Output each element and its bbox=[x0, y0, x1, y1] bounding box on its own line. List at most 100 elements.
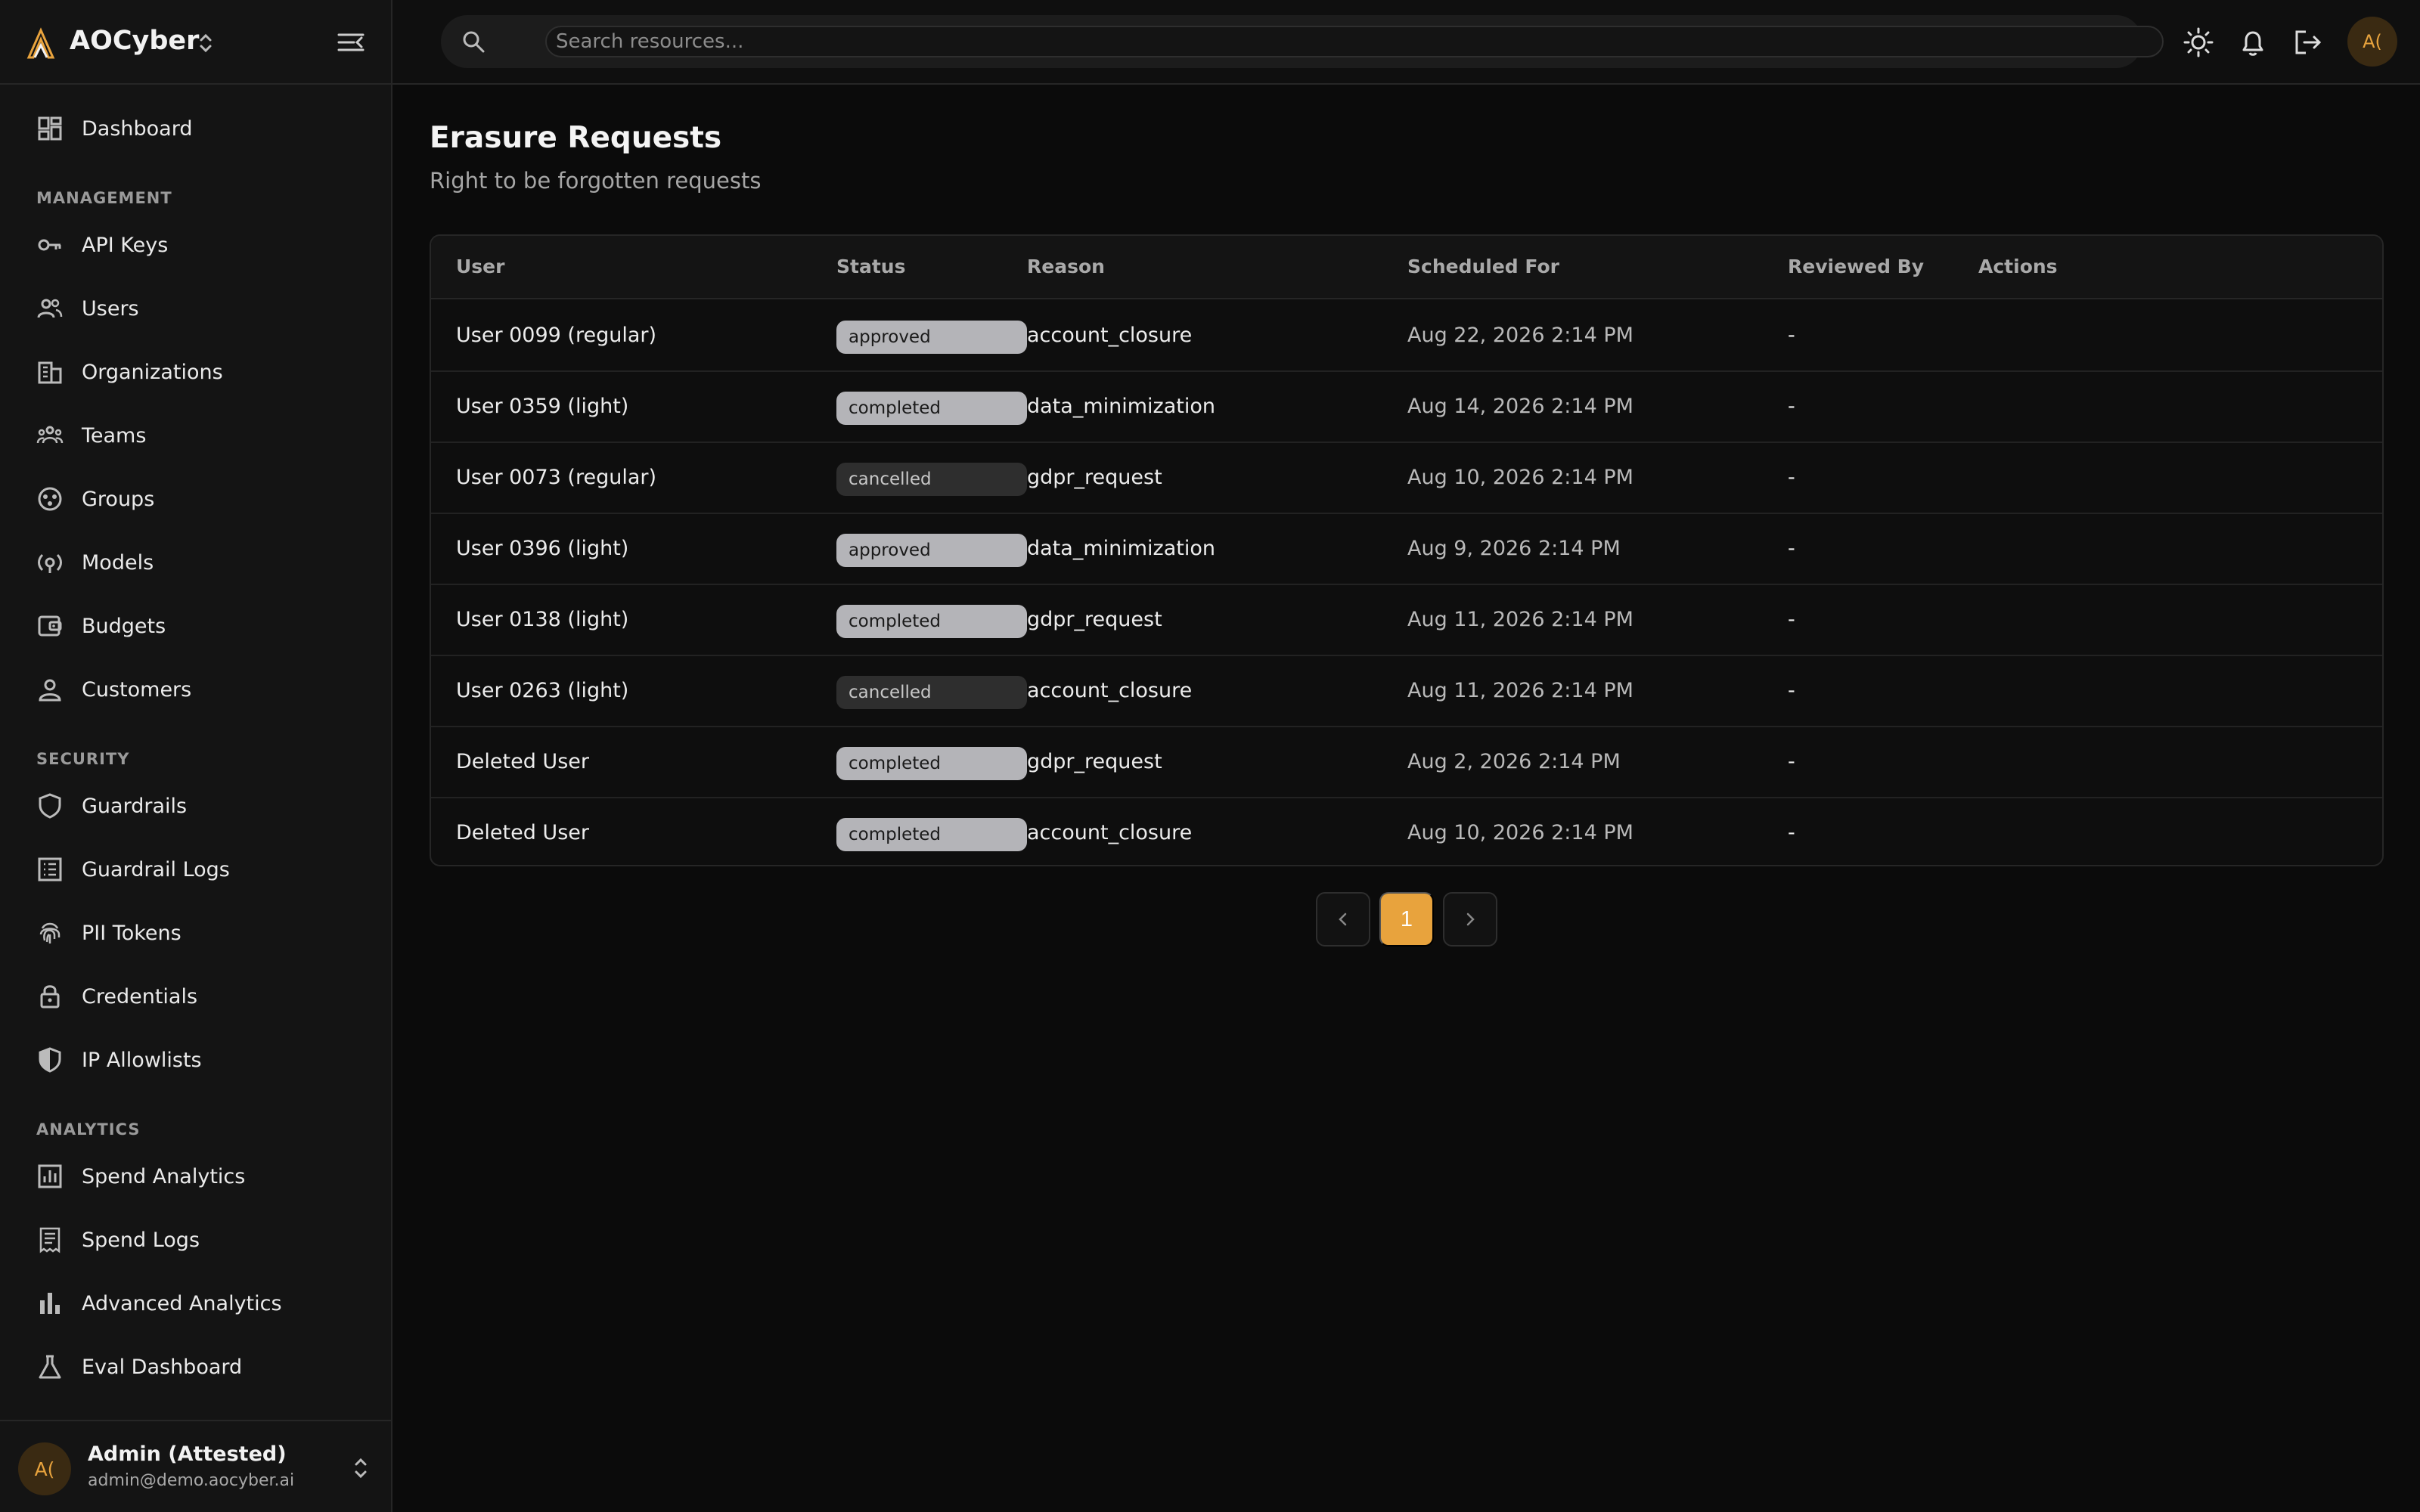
sidebar-item-organizations[interactable]: Organizations bbox=[18, 348, 374, 396]
sidebar-item-label: Credentials bbox=[82, 984, 198, 1009]
cell-reviewed-by: - bbox=[1788, 324, 1795, 347]
sidebar-item-credentials[interactable]: Credentials bbox=[18, 972, 374, 1021]
user-menu[interactable]: A( Admin (Attested) admin@demo.aocyber.a… bbox=[0, 1420, 391, 1512]
topbar: A( bbox=[392, 0, 2420, 85]
list-icon bbox=[33, 853, 67, 886]
logo-icon bbox=[26, 27, 55, 59]
column-header-reason: Reason bbox=[1027, 256, 1105, 277]
sidebar-item-label: Eval Dashboard bbox=[82, 1355, 243, 1379]
sidebar-item-label: Organizations bbox=[82, 360, 223, 384]
column-header-user: User bbox=[456, 256, 505, 277]
page-button-current[interactable]: 1 bbox=[1379, 892, 1434, 947]
column-header-status: Status bbox=[836, 256, 906, 277]
status-badge: cancelled bbox=[836, 463, 1027, 496]
cell-scheduled: Aug 14, 2026 2:14 PM bbox=[1407, 395, 1634, 418]
cell-user: User 0396 (light) bbox=[456, 537, 629, 560]
chevron-right-icon bbox=[1466, 912, 1475, 926]
sidebar-item-spend-logs[interactable]: Spend Logs bbox=[18, 1216, 374, 1264]
collapse-sidebar-icon[interactable] bbox=[336, 29, 366, 56]
table-row: User 0138 (light) completed gdpr_request Au… bbox=[431, 585, 2382, 656]
shield-half-icon bbox=[33, 1043, 67, 1077]
avatar[interactable]: A( bbox=[2347, 17, 2397, 67]
chevron-updown-icon[interactable] bbox=[195, 30, 216, 56]
sidebar-item-dashboard[interactable]: Dashboard bbox=[18, 104, 374, 153]
section-title-analytics: ANALYTICS bbox=[36, 1120, 141, 1139]
cell-user: User 0073 (regular) bbox=[456, 466, 657, 489]
logout-icon[interactable] bbox=[2291, 26, 2324, 59]
flask-icon bbox=[33, 1350, 67, 1383]
page-subtitle: Right to be forgotten requests bbox=[430, 168, 762, 194]
column-header-reviewed: Reviewed By bbox=[1788, 256, 1925, 277]
sidebar-item-api-keys[interactable]: API Keys bbox=[18, 221, 374, 269]
cell-user: User 0263 (light) bbox=[456, 679, 629, 702]
status-badge: approved bbox=[836, 534, 1027, 567]
users-icon bbox=[33, 292, 67, 325]
cell-reviewed-by: - bbox=[1788, 679, 1795, 702]
section-title-management: MANAGEMENT bbox=[36, 189, 172, 207]
building-icon bbox=[33, 355, 67, 389]
cell-scheduled: Aug 11, 2026 2:14 PM bbox=[1407, 679, 1634, 702]
sidebar-item-models[interactable]: Models bbox=[18, 538, 374, 587]
sidebar-item-eval-dashboard[interactable]: Eval Dashboard bbox=[18, 1343, 374, 1391]
next-page-button[interactable] bbox=[1443, 892, 1497, 947]
sidebar-item-pii-tokens[interactable]: PII Tokens bbox=[18, 909, 374, 957]
cell-reason: gdpr_request bbox=[1027, 750, 1162, 773]
sidebar-item-guardrail-logs[interactable]: Guardrail Logs bbox=[18, 845, 374, 894]
sidebar-item-spend-analytics[interactable]: Spend Analytics bbox=[18, 1152, 374, 1201]
cell-user: User 0099 (regular) bbox=[456, 324, 657, 347]
app: AOCyber Dashboard MANAGEMENT API Keys Us… bbox=[0, 0, 2420, 1512]
sidebar-item-advanced-analytics[interactable]: Advanced Analytics bbox=[18, 1279, 374, 1328]
status-badge: completed bbox=[836, 392, 1027, 425]
cell-user: User 0359 (light) bbox=[456, 395, 629, 418]
sidebar-item-guardrails[interactable]: Guardrails bbox=[18, 782, 374, 830]
search-input[interactable] bbox=[545, 26, 2164, 57]
cell-reviewed-by: - bbox=[1788, 608, 1795, 631]
bar-chart-icon bbox=[33, 1287, 67, 1320]
cell-reviewed-by: - bbox=[1788, 750, 1795, 773]
chevron-updown-icon[interactable] bbox=[349, 1453, 372, 1483]
section-title-security: SECURITY bbox=[36, 750, 130, 768]
team-icon bbox=[33, 419, 67, 452]
sidebar-item-label: Models bbox=[82, 550, 154, 575]
table-header: User Status Reason Scheduled For Reviewe… bbox=[431, 236, 2382, 299]
sidebar-item-label: Users bbox=[82, 296, 139, 321]
cell-scheduled: Aug 9, 2026 2:14 PM bbox=[1407, 537, 1621, 560]
sidebar-item-label: API Keys bbox=[82, 233, 169, 257]
status-badge: completed bbox=[836, 605, 1027, 638]
fingerprint-icon bbox=[33, 916, 67, 950]
sidebar-item-groups[interactable]: Groups bbox=[18, 475, 374, 523]
sidebar-item-users[interactable]: Users bbox=[18, 284, 374, 333]
cell-scheduled: Aug 10, 2026 2:14 PM bbox=[1407, 466, 1634, 489]
sidebar-item-budgets[interactable]: Budgets bbox=[18, 602, 374, 650]
bell-icon[interactable] bbox=[2236, 26, 2270, 59]
sidebar-item-label: Guardrails bbox=[82, 794, 188, 818]
sidebar-item-label: Customers bbox=[82, 677, 192, 702]
dashboard-icon bbox=[33, 112, 67, 145]
sidebar-item-customers[interactable]: Customers bbox=[18, 665, 374, 714]
table-row: User 0263 (light) cancelled account_closur… bbox=[431, 656, 2382, 727]
cell-reviewed-by: - bbox=[1788, 537, 1795, 560]
sidebar-item-label: Advanced Analytics bbox=[82, 1291, 282, 1315]
sidebar-item-ip-allowlists[interactable]: IP Allowlists bbox=[18, 1036, 374, 1084]
table-row: Deleted User completed account_closure Aug … bbox=[431, 798, 2382, 865]
brand-header: AOCyber bbox=[0, 0, 391, 85]
cell-reason: data_minimization bbox=[1027, 395, 1215, 418]
status-badge: completed bbox=[836, 818, 1027, 851]
table-row: User 0359 (light) completed data_minimizat… bbox=[431, 372, 2382, 443]
sidebar-item-label: Guardrail Logs bbox=[82, 857, 230, 881]
search-icon bbox=[463, 31, 485, 53]
analytics-icon bbox=[33, 1160, 67, 1193]
avatar: A( bbox=[18, 1442, 71, 1495]
key-icon bbox=[33, 228, 67, 262]
prev-page-button[interactable] bbox=[1316, 892, 1370, 947]
cell-scheduled: Aug 10, 2026 2:14 PM bbox=[1407, 821, 1634, 844]
groups-icon bbox=[33, 482, 67, 516]
shield-icon bbox=[33, 789, 67, 823]
sidebar: AOCyber Dashboard MANAGEMENT API Keys Us… bbox=[0, 0, 392, 1512]
person-icon bbox=[33, 673, 67, 706]
status-badge: cancelled bbox=[836, 676, 1027, 709]
table-row: User 0396 (light) approved data_minimizati… bbox=[431, 514, 2382, 585]
theme-toggle-icon[interactable] bbox=[2182, 26, 2215, 59]
sidebar-item-teams[interactable]: Teams bbox=[18, 411, 374, 460]
sidebar-item-label: Budgets bbox=[82, 614, 166, 638]
